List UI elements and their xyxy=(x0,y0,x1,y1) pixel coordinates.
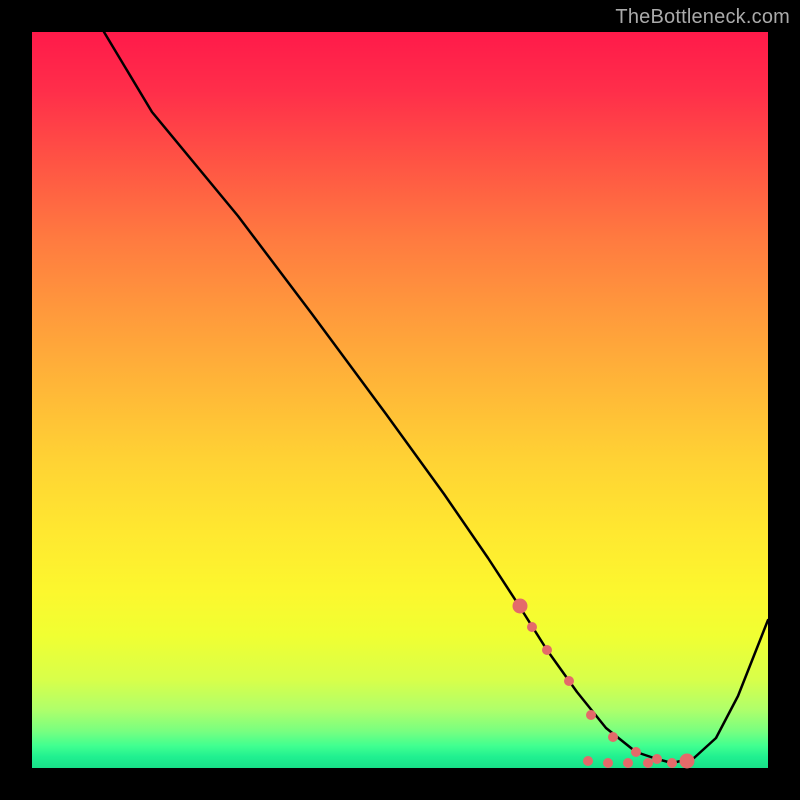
chart-area xyxy=(32,32,768,768)
dot xyxy=(652,754,662,764)
dot xyxy=(564,676,574,686)
dot xyxy=(542,645,552,655)
dot xyxy=(603,758,613,768)
dot xyxy=(643,758,653,768)
dot xyxy=(623,758,633,768)
dot xyxy=(608,732,618,742)
dot xyxy=(680,754,695,769)
dot xyxy=(513,599,528,614)
dot xyxy=(631,747,641,757)
dot xyxy=(586,710,596,720)
watermark-text: TheBottleneck.com xyxy=(615,6,790,29)
dot xyxy=(583,756,593,766)
dot xyxy=(527,622,537,632)
highlight-dots xyxy=(32,32,768,768)
dot xyxy=(667,758,677,768)
